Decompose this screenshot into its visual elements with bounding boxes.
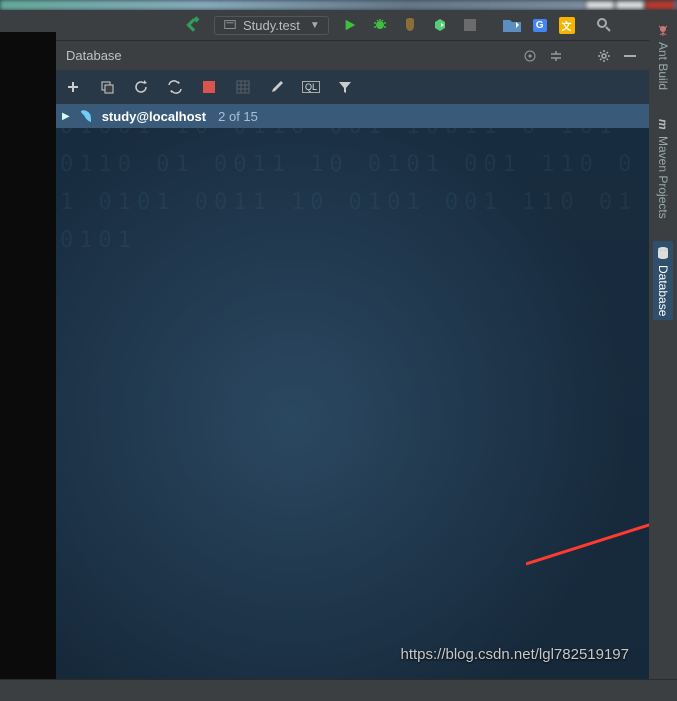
sync-icon[interactable]	[166, 78, 184, 96]
console-icon[interactable]: QL	[302, 78, 320, 96]
window-titlebar-blur	[0, 0, 677, 10]
attach-project-icon[interactable]	[503, 16, 521, 34]
maximize-button[interactable]	[615, 0, 645, 10]
window-buttons	[585, 0, 675, 10]
hide-panel-icon[interactable]	[621, 47, 639, 65]
right-tool-tabs: Ant Build m Maven Projects Database	[649, 10, 677, 679]
add-datasource-icon[interactable]	[64, 78, 82, 96]
run-config-selector[interactable]: Study.test ▼	[214, 16, 329, 35]
panel-title: Database	[66, 48, 513, 63]
table-view-icon[interactable]	[234, 78, 252, 96]
datasource-row[interactable]: ▶ study@localhost 2 of 15	[56, 104, 649, 128]
left-gutter	[0, 10, 56, 679]
maven-tab-label: Maven Projects	[656, 136, 670, 219]
ant-build-tab[interactable]: Ant Build	[653, 18, 673, 94]
database-tab[interactable]: Database	[653, 241, 673, 320]
watermark: https://blog.csdn.net/lgl782519197	[400, 646, 629, 663]
run-config-label: Study.test	[243, 18, 300, 33]
translate-orange-icon[interactable]: 文	[559, 17, 575, 34]
run-icon[interactable]	[341, 16, 359, 34]
database-icon	[655, 245, 671, 261]
profiler-icon[interactable]	[431, 16, 449, 34]
maven-icon: m	[655, 116, 671, 132]
maven-projects-tab[interactable]: m Maven Projects	[653, 112, 673, 223]
database-toolbar: QL	[56, 70, 649, 104]
stop-db-icon[interactable]	[200, 78, 218, 96]
split-icon[interactable]	[547, 47, 565, 65]
status-bar	[0, 679, 677, 701]
search-icon[interactable]	[595, 16, 613, 34]
datasource-count: 2 of 15	[218, 109, 258, 124]
scroll-from-source-icon[interactable]	[521, 47, 539, 65]
debug-icon[interactable]	[371, 16, 389, 34]
duplicate-icon[interactable]	[98, 78, 116, 96]
gear-icon[interactable]	[595, 47, 613, 65]
expand-icon[interactable]: ▶	[62, 111, 70, 122]
edit-icon[interactable]	[268, 78, 286, 96]
build-icon[interactable]	[184, 16, 202, 34]
translate-blue-icon[interactable]: G	[533, 19, 547, 32]
minimize-button[interactable]	[585, 0, 615, 10]
coverage-icon[interactable]	[401, 16, 419, 34]
database-tab-label: Database	[656, 265, 670, 316]
chevron-down-icon: ▼	[310, 20, 320, 31]
ant-icon	[655, 22, 671, 38]
mysql-icon	[78, 108, 94, 124]
datasource-name: study@localhost	[102, 109, 206, 124]
annotation-arrow	[526, 504, 649, 574]
main-toolbar: Study.test ▼ G 文	[56, 10, 649, 40]
stop-icon[interactable]	[461, 16, 479, 34]
ant-tab-label: Ant Build	[656, 42, 670, 90]
run-config-icon	[223, 18, 237, 32]
refresh-icon[interactable]	[132, 78, 150, 96]
database-tree[interactable]: ▶ study@localhost 2 of 15 https://blog.c…	[56, 104, 649, 679]
close-window-button[interactable]	[645, 0, 675, 10]
filter-icon[interactable]	[336, 78, 354, 96]
database-panel-header: Database	[56, 40, 649, 70]
